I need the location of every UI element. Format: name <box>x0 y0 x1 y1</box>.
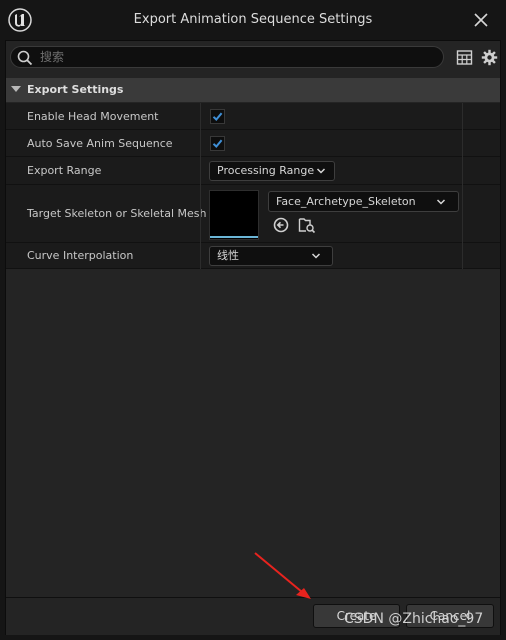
find-in-content-browser-icon[interactable] <box>298 216 316 234</box>
chevron-down-icon <box>316 168 326 174</box>
close-icon <box>474 13 488 27</box>
reset-column-divider <box>462 103 463 269</box>
search-input[interactable] <box>40 47 430 67</box>
close-button[interactable] <box>466 6 496 34</box>
export-range-value: Processing Range <box>217 164 315 177</box>
checkmark-icon <box>212 112 223 121</box>
curve-interpolation-dropdown[interactable]: 线性 <box>209 246 333 266</box>
watermark: CSDN @Zhichao_97 <box>344 611 484 627</box>
auto-save-checkbox[interactable] <box>210 136 225 151</box>
curve-interpolation-label: Curve Interpolation <box>27 249 134 262</box>
table-view-icon[interactable] <box>456 49 473 66</box>
expand-arrow-icon[interactable] <box>11 86 21 92</box>
chevron-down-icon <box>311 253 321 259</box>
name-column-divider[interactable] <box>200 103 201 269</box>
settings-icon[interactable] <box>481 49 498 66</box>
auto-save-label: Auto Save Anim Sequence <box>27 137 173 150</box>
export-range-dropdown[interactable]: Processing Range <box>209 161 335 181</box>
export-range-label: Export Range <box>27 164 102 177</box>
checkmark-icon <box>212 139 223 148</box>
enable-head-movement-label: Enable Head Movement <box>27 110 159 123</box>
target-skeleton-label: Target Skeleton or Skeletal Mesh <box>27 207 207 220</box>
asset-type-color-bar <box>210 236 258 238</box>
asset-thumbnail[interactable] <box>209 190 259 240</box>
target-skeleton-asset-picker[interactable]: Face_Archetype_Skeleton <box>268 191 459 212</box>
annotation-arrow-icon <box>254 552 311 599</box>
window-title: Export Animation Sequence Settings <box>133 12 373 27</box>
curve-interpolation-value: 线性 <box>217 249 239 262</box>
search-icon <box>17 50 33 66</box>
browse-to-asset-icon[interactable] <box>273 217 289 233</box>
target-skeleton-value: Face_Archetype_Skeleton <box>276 195 416 208</box>
enable-head-movement-checkbox[interactable] <box>210 109 225 124</box>
category-title: Export Settings <box>27 83 124 96</box>
chevron-down-icon <box>436 198 446 205</box>
